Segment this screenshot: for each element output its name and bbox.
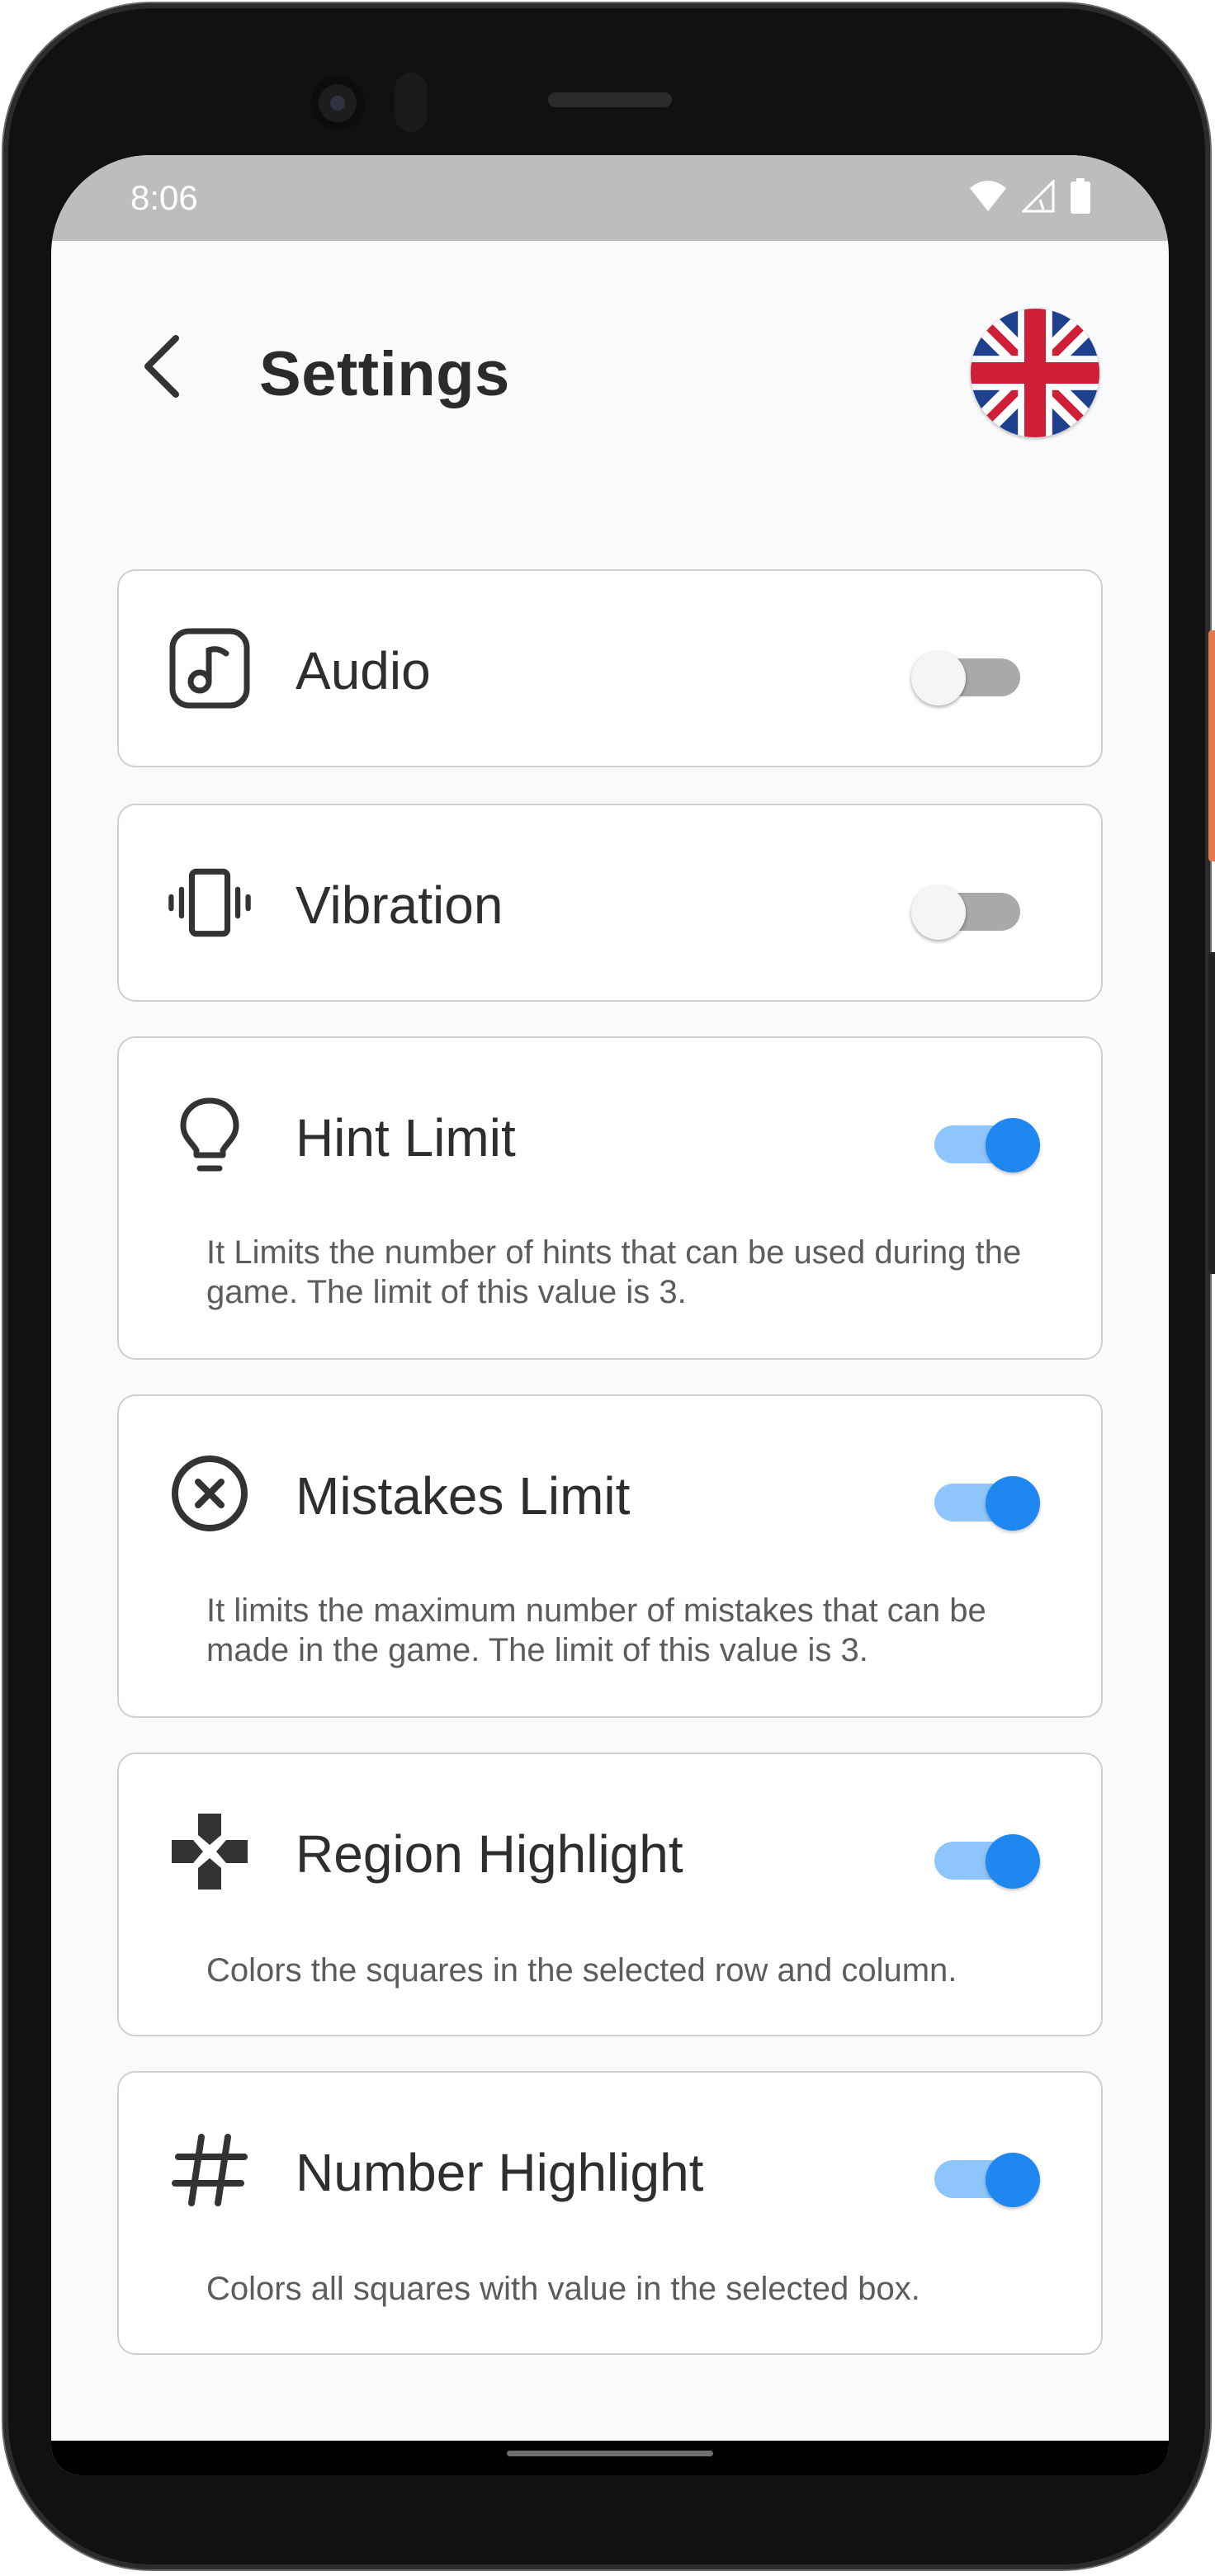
hint-limit-toggle[interactable]	[923, 1104, 1040, 1172]
toggle-thumb	[986, 1476, 1040, 1531]
toggle-thumb	[986, 2153, 1040, 2207]
mistakes-limit-toggle[interactable]	[923, 1462, 1040, 1531]
hashtag-icon	[167, 2127, 253, 2213]
setting-card-hint-limit: Hint Limit It Limits the number of hints…	[117, 1036, 1103, 1360]
number-highlight-toggle[interactable]	[923, 2139, 1040, 2207]
vibration-toggle[interactable]	[911, 871, 1027, 940]
toggle-thumb	[911, 885, 966, 940]
music-note-icon	[167, 625, 253, 711]
audio-toggle[interactable]	[911, 637, 1027, 705]
gamepad-icon	[167, 1809, 253, 1894]
toggle-thumb	[986, 1118, 1040, 1172]
chevron-left-icon	[141, 333, 182, 403]
status-time: 8:06	[130, 178, 198, 217]
battery-icon	[1070, 178, 1091, 219]
close-circle-icon	[167, 1451, 253, 1536]
app-screen: 8:06 Settings Audio Vibration Hint Limit…	[51, 155, 1169, 2475]
setting-label-mistakes-limit: Mistakes Limit	[295, 1466, 631, 1526]
lightbulb-icon	[167, 1092, 253, 1178]
setting-card-mistakes-limit: Mistakes Limit It limits the maximum num…	[117, 1394, 1103, 1718]
setting-card-audio: Audio	[117, 569, 1103, 767]
language-button[interactable]	[971, 309, 1099, 437]
toggle-thumb	[986, 1834, 1040, 1889]
setting-description-region-highlight: Colors the squares in the selected row a…	[206, 1952, 957, 1989]
app-header: Settings	[51, 241, 1169, 447]
phone-frame: 8:06 Settings Audio Vibration Hint Limit…	[3, 3, 1215, 2569]
back-button[interactable]	[119, 325, 205, 411]
status-bar: 8:06	[51, 155, 1169, 241]
setting-card-region-highlight: Region Highlight Colors the squares in t…	[117, 1753, 1103, 2036]
volume-button	[1208, 952, 1215, 1274]
setting-label-audio: Audio	[295, 641, 431, 701]
uk-flag-icon	[971, 309, 1099, 437]
power-button	[1208, 630, 1215, 861]
system-nav-bar	[51, 2441, 1169, 2475]
status-icons	[969, 178, 1091, 219]
setting-label-vibration: Vibration	[295, 875, 503, 935]
setting-card-vibration: Vibration	[117, 804, 1103, 1002]
vibration-icon	[167, 860, 253, 946]
signal-icon	[1020, 178, 1055, 217]
proximity-sensor	[395, 73, 428, 132]
setting-description-number-highlight: Colors all squares with value in the sel…	[206, 2271, 920, 2307]
toggle-thumb	[911, 651, 966, 705]
setting-description-hint-limit: It Limits the number of hints that can b…	[206, 1234, 1022, 1310]
region-highlight-toggle[interactable]	[923, 1820, 1040, 1889]
page-title: Settings	[259, 339, 510, 409]
setting-card-number-highlight: Number Highlight Colors all squares with…	[117, 2071, 1103, 2355]
setting-label-region-highlight: Region Highlight	[295, 1824, 683, 1884]
front-camera	[310, 76, 365, 130]
setting-description-mistakes-limit: It limits the maximum number of mistakes…	[206, 1592, 986, 1668]
setting-label-hint-limit: Hint Limit	[295, 1108, 516, 1168]
wifi-icon	[969, 180, 1007, 217]
setting-label-number-highlight: Number Highlight	[295, 2143, 704, 2202]
earpiece-speaker	[548, 92, 672, 107]
home-indicator[interactable]	[507, 2451, 713, 2456]
